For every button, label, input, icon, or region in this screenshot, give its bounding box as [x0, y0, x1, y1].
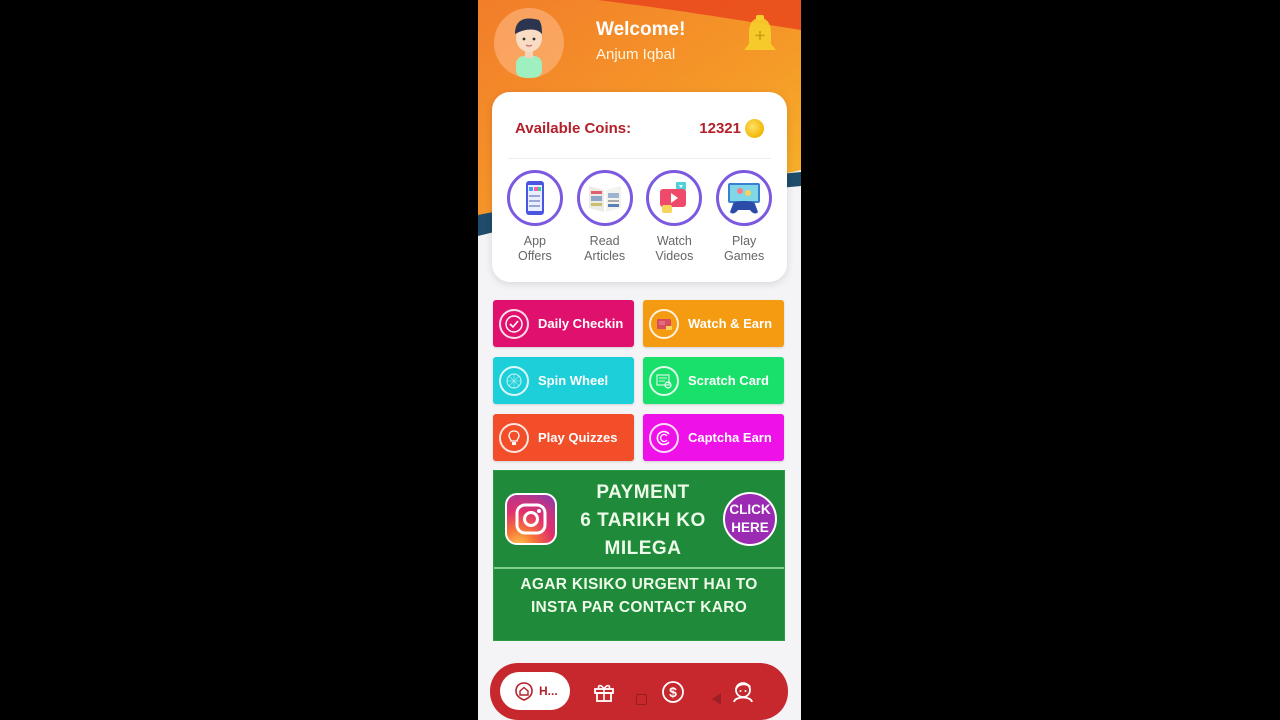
banner-sub-line: INSTA PAR CONTACT KARO: [530, 599, 748, 616]
category-play-games[interactable]: Play Games: [711, 170, 777, 264]
category-app-offers[interactable]: App Offers: [502, 170, 568, 264]
banner-title-line: MILEGA: [604, 538, 682, 559]
nav-home[interactable]: H...: [500, 672, 570, 710]
category-label: Play: [731, 234, 757, 248]
daily-checkin-button[interactable]: Daily Checkin: [493, 300, 634, 347]
profile-icon: [733, 682, 753, 703]
dollar-icon: $: [662, 681, 684, 703]
gamepad-icon: [728, 183, 761, 214]
coin-balance: 12321: [699, 120, 741, 137]
instagram-icon: [505, 493, 557, 545]
bell-icon: [744, 15, 776, 50]
category-label: App: [523, 234, 546, 248]
welcome-title: Welcome!: [596, 19, 686, 40]
play-quizzes-button[interactable]: Play Quizzes: [493, 414, 634, 461]
user-name: Anjum Iqbal: [596, 46, 676, 63]
app-screen: Welcome! Anjum Iqbal Available Coins: 12…: [478, 0, 801, 720]
earn-options-grid: Daily Checkin Watch & Earn Spin Wheel Sc…: [493, 300, 785, 461]
system-recents-button[interactable]: [636, 694, 647, 705]
category-label: Watch: [656, 234, 692, 248]
payment-banner[interactable]: PAYMENT 6 TARIKH KO MILEGA CLICK HERE AG…: [493, 470, 785, 641]
captcha-icon: [656, 430, 670, 445]
nav-wallet[interactable]: $: [660, 679, 686, 705]
coins-card: Available Coins: 12321 App Offers Read A…: [492, 92, 787, 282]
notification-button[interactable]: [740, 14, 780, 60]
home-icon: [515, 682, 533, 701]
scratch-card-button[interactable]: Scratch Card: [643, 357, 784, 404]
banner-subtitle: AGAR KISIKO URGENT HAI TO INSTA PAR CONT…: [494, 573, 784, 619]
category-label: Videos: [655, 249, 694, 263]
banner-sub-line: AGAR KISIKO URGENT HAI TO: [520, 576, 758, 593]
coin-icon: [745, 119, 764, 138]
category-read-articles[interactable]: Read Articles: [572, 170, 638, 264]
user-avatar-icon: [515, 18, 542, 78]
svg-text:$: $: [669, 684, 677, 700]
nav-rewards[interactable]: [591, 679, 617, 705]
bottom-nav: H... $: [490, 663, 788, 720]
check-circle-icon: [505, 314, 523, 333]
nav-profile[interactable]: [730, 679, 756, 705]
nav-home-label: H...: [539, 684, 558, 698]
captcha-earn-button[interactable]: Captcha Earn: [643, 414, 784, 461]
newspaper-icon: [588, 186, 621, 212]
category-label: Articles: [584, 249, 626, 263]
video-play-icon: [660, 182, 687, 213]
banner-divider: [494, 567, 784, 569]
banner-title-line: PAYMENT: [596, 482, 690, 503]
cta-line: HERE: [731, 520, 769, 535]
video-icon: [657, 318, 672, 330]
app-offers-icon: [525, 181, 544, 215]
cta-line: CLICK: [729, 502, 771, 517]
tile-label: Watch & Earn: [688, 316, 773, 331]
category-label: Games: [723, 249, 765, 263]
click-here-button[interactable]: CLICK HERE: [723, 492, 777, 546]
wheel-icon: [506, 372, 522, 389]
banner-title-line: 6 TARIKH KO: [580, 510, 706, 531]
spin-wheel-button[interactable]: Spin Wheel: [493, 357, 634, 404]
category-watch-videos[interactable]: Watch Videos: [641, 170, 707, 264]
tile-label: Scratch Card: [688, 373, 769, 388]
scratch-card-icon: [656, 373, 672, 389]
gift-icon: [594, 684, 614, 702]
tile-label: Daily Checkin: [538, 316, 624, 331]
category-label: Read: [589, 234, 620, 248]
tile-label: Captcha Earn: [688, 430, 772, 445]
available-coins-label: Available Coins:: [515, 120, 632, 137]
lightbulb-icon: [508, 429, 520, 445]
system-back-button[interactable]: [712, 693, 721, 705]
tile-label: Play Quizzes: [538, 430, 618, 445]
divider: [508, 158, 771, 159]
tile-label: Spin Wheel: [538, 373, 609, 388]
watch-earn-button[interactable]: Watch & Earn: [643, 300, 784, 347]
banner-title: PAYMENT 6 TARIKH KO MILEGA: [558, 479, 728, 563]
category-label: Offers: [517, 249, 552, 263]
avatar[interactable]: [494, 8, 564, 78]
